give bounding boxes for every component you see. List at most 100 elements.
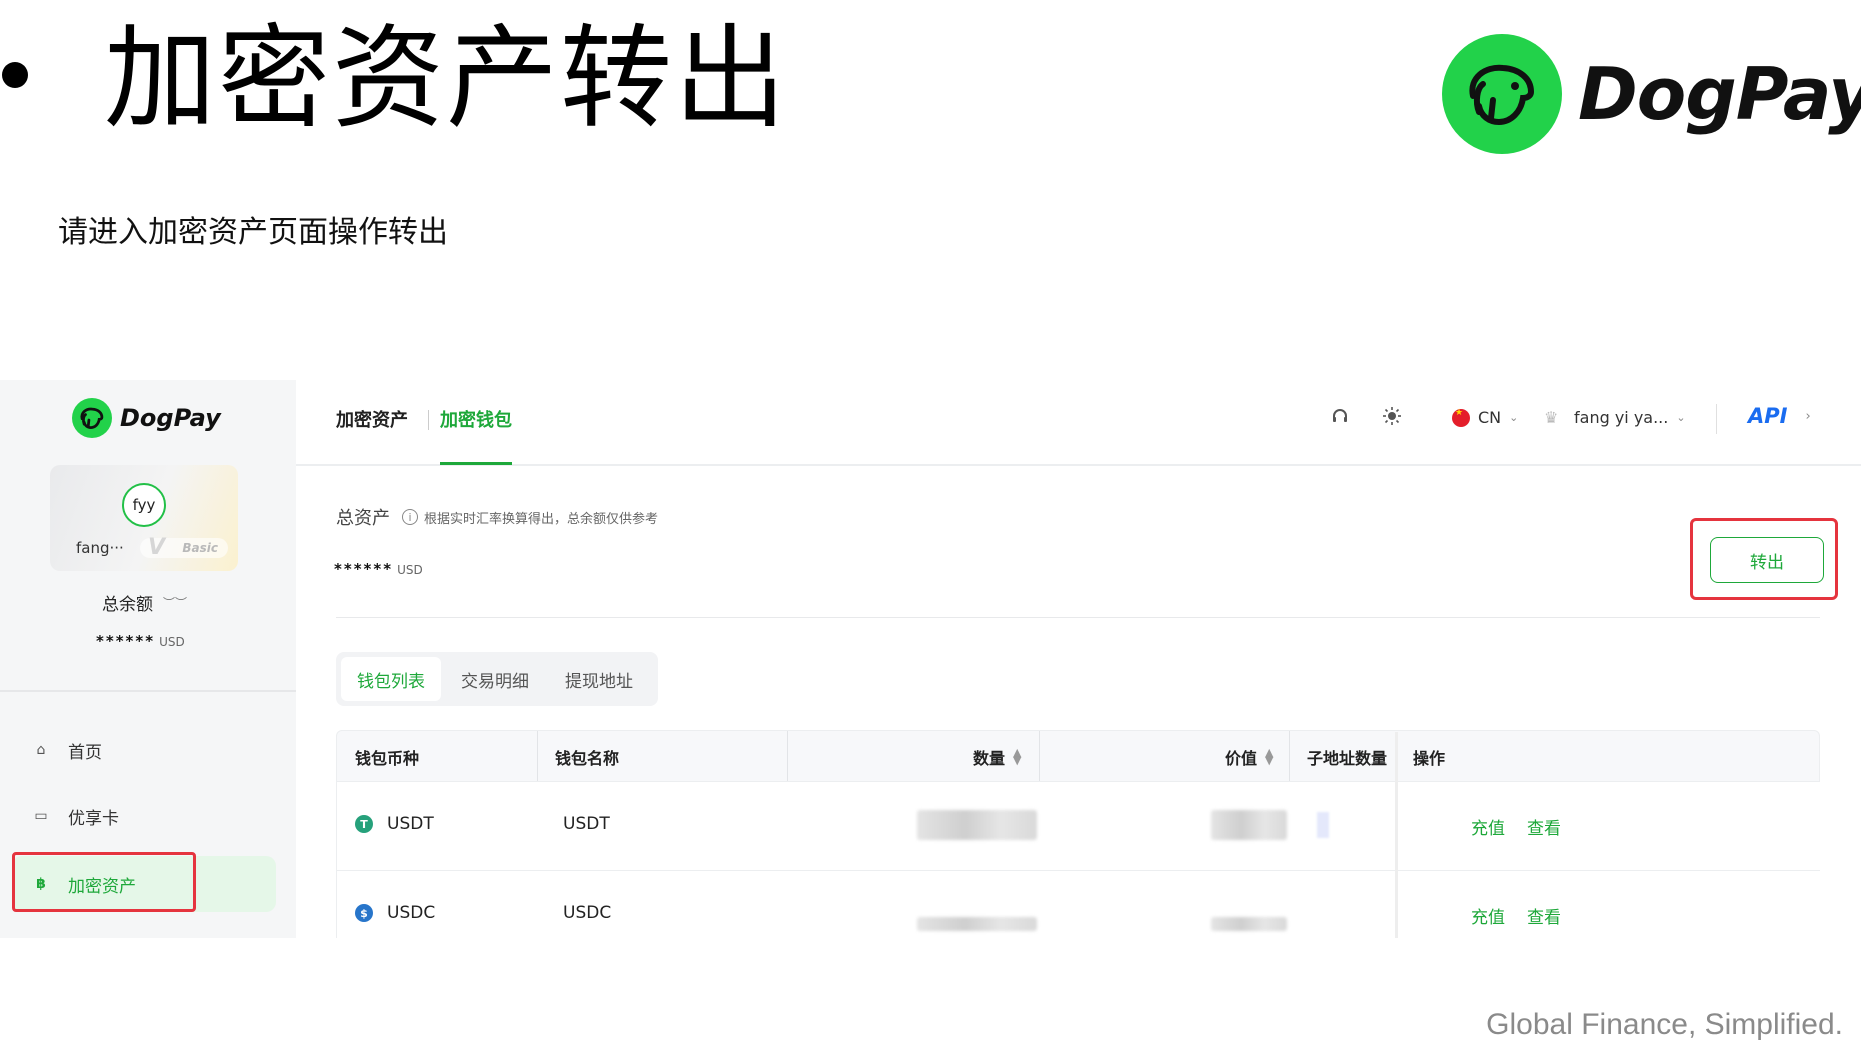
total-assets-value: ****** USD <box>334 560 423 578</box>
deposit-link[interactable]: 充值 <box>1471 903 1505 928</box>
info-icon[interactable]: i <box>402 509 418 525</box>
blurred-quantity <box>917 917 1037 931</box>
sidebar-item-home[interactable]: ⌂ 首页 <box>12 722 276 778</box>
balance-unit: USD <box>159 635 185 649</box>
balance-value: ****** USD <box>96 632 185 650</box>
column-divider <box>537 731 538 781</box>
active-tab-underline <box>440 462 512 465</box>
avatar: fyy <box>122 483 166 527</box>
vip-v-icon: V <box>148 535 166 560</box>
total-assets-label: 总资产 i 根据实时汇率换算得出，总余额仅供参考 <box>336 504 658 530</box>
usdc-icon: $ <box>355 904 373 922</box>
headset-icon[interactable] <box>1330 406 1350 431</box>
blurred-value <box>1211 810 1287 840</box>
currency-label: USDC <box>387 903 436 923</box>
blurred-value <box>1211 917 1287 931</box>
blurred-quantity <box>917 810 1037 840</box>
tab-transactions[interactable]: 交易明细 <box>445 657 545 701</box>
table-row: T USDT USDT 充值 查看 <box>336 732 1820 938</box>
sort-icon: ▲ ▼ <box>1265 746 1274 767</box>
crown-icon: ♛ <box>1544 407 1559 427</box>
column-divider <box>1289 731 1290 781</box>
card-icon: ▭ <box>34 808 48 824</box>
chevron-right-icon: › <box>1805 408 1811 424</box>
wallet-tabs: 钱包列表 交易明细 提现地址 <box>336 652 658 706</box>
nav-highlight-box <box>12 852 196 912</box>
column-header-quantity[interactable]: 数量 ▲ ▼ <box>973 745 1021 769</box>
api-label: API <box>1748 404 1788 428</box>
wallet-table: 钱包币种 ⌄ 钱包名称 数量 ▲ ▼ 价值 ▲ ▼ 子地址数量 操作 T USD… <box>336 730 1820 938</box>
slide-bullet <box>2 62 28 88</box>
slide-tagline: Global Finance, Simplified. <box>1486 1008 1843 1041</box>
level-label: Basic <box>182 541 218 555</box>
transfer-out-button[interactable]: 转出 <box>1710 537 1824 583</box>
column-label: 钱包币种 <box>355 749 420 768</box>
column-header-wallet-name: 钱包名称 <box>555 749 620 768</box>
currency-cell: T USDT <box>355 814 434 834</box>
column-header-value[interactable]: 价值 ▲ ▼ <box>1225 745 1273 769</box>
brand-name: DogPay <box>1578 52 1861 136</box>
main-content: 加密资产 加密钱包 CN ⌄ ♛ fang yi ya... ⌄ <box>296 380 1861 938</box>
language-selector[interactable]: CN ⌄ <box>1452 408 1518 427</box>
sidebar-item-card[interactable]: ▭ 优享卡 <box>12 788 276 844</box>
theme-sun-icon[interactable] <box>1382 406 1402 431</box>
balance-label: 总余额 ︶︶ <box>102 590 187 615</box>
eye-closed-icon[interactable]: ︶︶ <box>163 594 187 611</box>
currency-cell: $ USDC <box>355 903 435 923</box>
dogpay-logo: DogPay <box>1442 34 1861 154</box>
section-divider <box>336 617 1820 618</box>
column-header-actions: 操作 <box>1413 749 1446 768</box>
balance-amount: ****** <box>96 632 156 650</box>
table-row: $ USDC USDC 充值 查看 <box>336 871 1820 938</box>
sidebar-brand-name: DogPay <box>120 404 221 432</box>
app-screenshot: DogPay fyy fang··· V Basic 总余额 ︶︶ ******… <box>0 380 1861 938</box>
wallet-name-cell: USDT <box>563 814 610 834</box>
user-card[interactable]: fyy fang··· V Basic <box>50 465 238 571</box>
usdt-icon: T <box>355 815 373 833</box>
column-divider <box>1039 731 1040 781</box>
china-flag-icon <box>1452 408 1470 427</box>
deposit-link[interactable]: 充值 <box>1471 814 1505 839</box>
blurred-subaddress <box>1317 812 1329 838</box>
tab-wallet-list[interactable]: 钱包列表 <box>341 657 441 701</box>
total-assets-title: 总资产 <box>336 508 390 529</box>
topbar: 加密资产 加密钱包 CN ⌄ ♛ fang yi ya... ⌄ <box>296 380 1861 466</box>
column-header-subaddress-count: 子地址数量 <box>1307 749 1388 768</box>
home-icon: ⌂ <box>36 742 46 758</box>
currency-label: USDT <box>387 814 434 834</box>
breadcrumb-separator <box>428 410 429 430</box>
breadcrumb-current[interactable]: 加密钱包 <box>440 406 512 432</box>
balance-label-text: 总余额 <box>102 595 153 615</box>
sidebar: DogPay fyy fang··· V Basic 总余额 ︶︶ ******… <box>0 380 296 938</box>
api-link[interactable]: API › <box>1748 404 1811 428</box>
chevron-down-icon: ⌄ <box>1509 411 1519 424</box>
column-label: 价值 <box>1225 749 1258 768</box>
topbar-divider <box>1716 404 1717 434</box>
level-badge: V Basic <box>140 535 228 560</box>
language-label: CN <box>1478 408 1502 427</box>
sidebar-item-label: 优享卡 <box>68 808 119 829</box>
slide-title: 加密资产转出 <box>104 14 788 144</box>
total-assets-note: 根据实时汇率换算得出，总余额仅供参考 <box>424 511 659 527</box>
sidebar-logo[interactable]: DogPay <box>72 398 221 438</box>
table-header: 钱包币种 ⌄ 钱包名称 数量 ▲ ▼ 价值 ▲ ▼ 子地址数量 操作 <box>336 730 1820 782</box>
column-divider <box>787 731 788 781</box>
dog-logo-icon <box>72 398 112 438</box>
total-assets-unit: USD <box>397 563 423 577</box>
tab-withdraw-address[interactable]: 提现地址 <box>549 657 649 701</box>
breadcrumb-parent[interactable]: 加密资产 <box>336 406 408 432</box>
slide-subtitle: 请进入加密资产页面操作转出 <box>58 215 448 250</box>
dog-logo-icon <box>1442 34 1562 154</box>
wallet-name-cell: USDC <box>563 903 612 923</box>
sidebar-divider <box>0 690 296 692</box>
column-label: 数量 <box>973 749 1006 768</box>
account-name: fang yi ya... <box>1574 408 1669 427</box>
view-link[interactable]: 查看 <box>1527 903 1561 928</box>
chevron-down-icon: ⌄ <box>1676 411 1686 424</box>
account-selector[interactable]: ♛ fang yi ya... ⌄ <box>1544 408 1686 427</box>
sidebar-item-label: 首页 <box>68 742 102 763</box>
total-assets-amount: ****** <box>334 560 394 578</box>
column-header-currency[interactable]: 钱包币种 ⌄ <box>355 745 579 769</box>
user-name: fang··· <box>76 539 124 557</box>
view-link[interactable]: 查看 <box>1527 814 1561 839</box>
